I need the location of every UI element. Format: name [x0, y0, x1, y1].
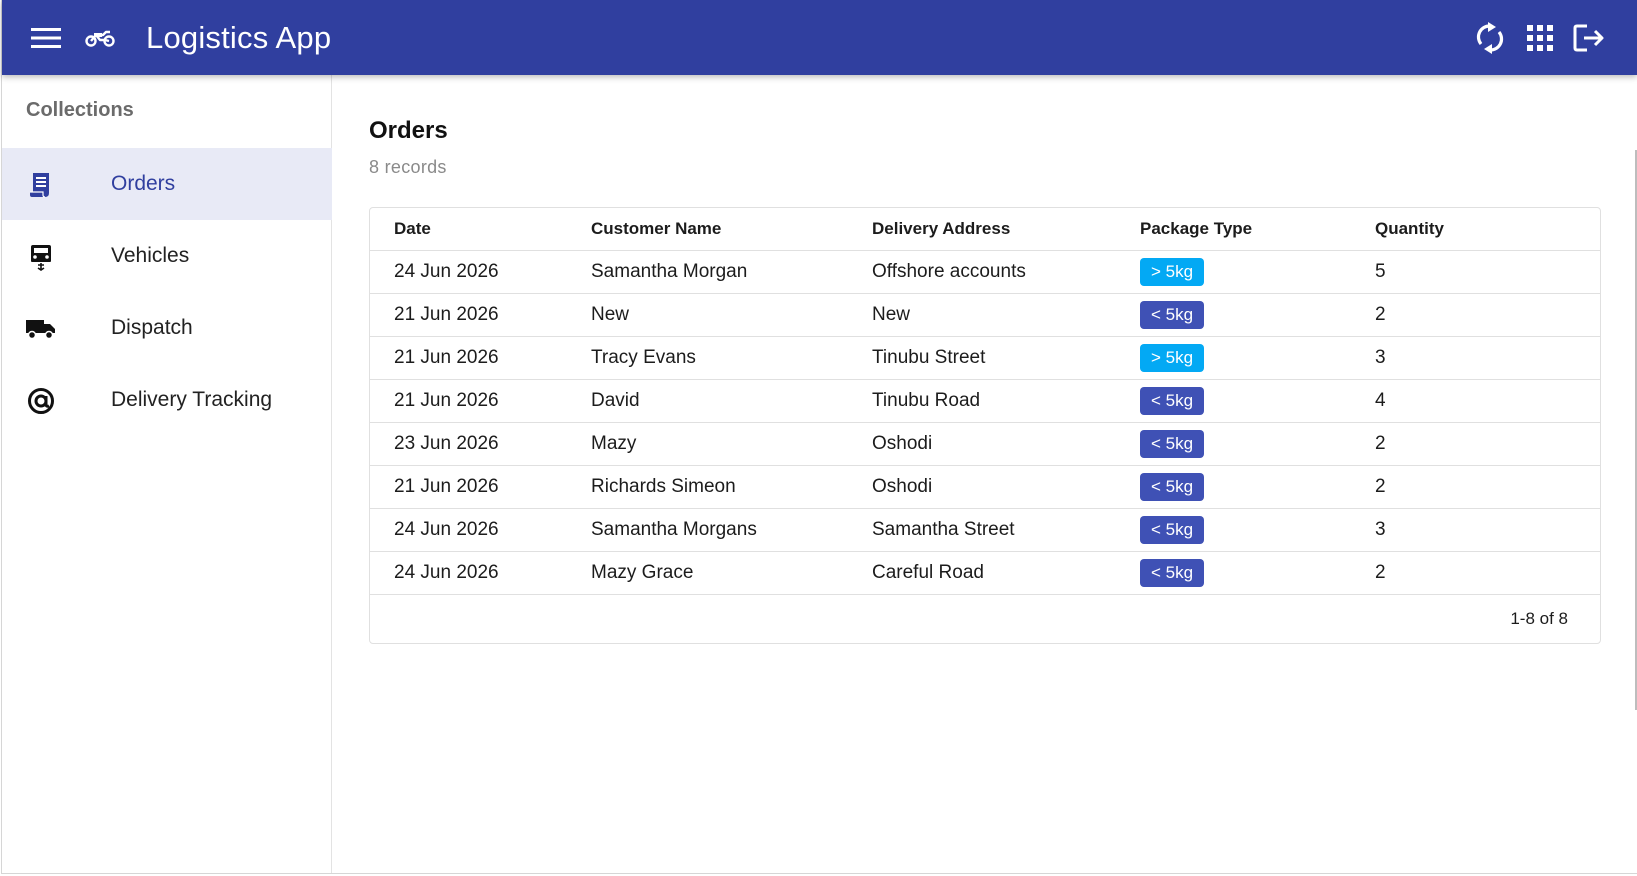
- cell-delivery-address: New: [848, 293, 1116, 337]
- table-row[interactable]: 21 Jun 2026 New New < 5kg 2: [370, 293, 1600, 337]
- cell-customer-name: Samantha Morgan: [567, 250, 848, 294]
- cell-delivery-address: Careful Road: [848, 551, 1116, 595]
- motorcycle-icon: [78, 0, 122, 75]
- sidebar-item-orders[interactable]: Orders: [2, 148, 332, 220]
- cell-customer-name: Samantha Morgans: [567, 508, 848, 552]
- page-title: Orders: [369, 117, 448, 144]
- cell-package-type: > 5kg: [1116, 336, 1351, 380]
- cell-package-type: < 5kg: [1116, 379, 1351, 423]
- package-type-chip: < 5kg: [1140, 300, 1205, 329]
- cell-delivery-address: Oshodi: [848, 465, 1116, 509]
- cell-date: 21 Jun 2026: [370, 465, 567, 509]
- cell-package-type: < 5kg: [1116, 293, 1351, 337]
- sidebar-heading: Collections: [26, 99, 134, 121]
- cell-customer-name: Tracy Evans: [567, 336, 848, 380]
- cell-date: 24 Jun 2026: [370, 250, 567, 294]
- column-header-delivery-address[interactable]: Delivery Address: [848, 208, 1116, 251]
- orders-table-card: Date Customer Name Delivery Address Pack…: [369, 207, 1601, 644]
- cell-delivery-address: Samantha Street: [848, 508, 1116, 552]
- refresh-icon[interactable]: [1468, 0, 1512, 75]
- column-header-quantity[interactable]: Quantity: [1351, 208, 1600, 251]
- car-icon: [26, 242, 56, 272]
- app-bar: Logistics App: [2, 0, 1637, 75]
- orders-table: Date Customer Name Delivery Address Pack…: [370, 208, 1600, 595]
- cell-date: 21 Jun 2026: [370, 336, 567, 380]
- table-header-row: Date Customer Name Delivery Address Pack…: [370, 208, 1600, 251]
- at-sign-icon: [26, 386, 56, 416]
- table-row[interactable]: 21 Jun 2026 Richards Simeon Oshodi < 5kg 2: [370, 465, 1600, 509]
- cell-customer-name: New: [567, 293, 848, 337]
- package-type-chip: < 5kg: [1140, 515, 1205, 544]
- sidebar-item-label: Delivery Tracking: [111, 388, 273, 411]
- package-type-chip: > 5kg: [1140, 257, 1205, 286]
- truck-icon: [26, 314, 56, 344]
- app-title: Logistics App: [146, 19, 332, 55]
- cell-date: 23 Jun 2026: [370, 422, 567, 466]
- package-type-chip: < 5kg: [1140, 472, 1205, 501]
- apps-icon[interactable]: [1518, 0, 1562, 75]
- table-row[interactable]: 23 Jun 2026 Mazy Oshodi < 5kg 2: [370, 422, 1600, 466]
- cell-package-type: < 5kg: [1116, 465, 1351, 509]
- app-window: Logistics App Collections Orders Vehicle…: [1, 0, 1637, 874]
- table-row[interactable]: 21 Jun 2026 Tracy Evans Tinubu Street > 5kg…: [370, 336, 1600, 380]
- cell-delivery-address: Oshodi: [848, 422, 1116, 466]
- cell-customer-name: David: [567, 379, 848, 423]
- cell-package-type: < 5kg: [1116, 551, 1351, 595]
- sidebar-item-delivery-tracking[interactable]: Delivery Tracking: [2, 364, 332, 436]
- sidebar-item-dispatch[interactable]: Dispatch: [2, 292, 332, 364]
- package-type-chip: < 5kg: [1140, 429, 1205, 458]
- cell-date: 21 Jun 2026: [370, 379, 567, 423]
- column-header-customer-name[interactable]: Customer Name: [567, 208, 848, 251]
- table-body: 24 Jun 2026 Samantha Morgan Offshore accou…: [370, 250, 1600, 595]
- cell-package-type: < 5kg: [1116, 508, 1351, 552]
- cell-quantity: 3: [1351, 336, 1600, 380]
- logout-icon[interactable]: [1567, 0, 1611, 75]
- pagination-info: 1-8 of 8: [1510, 609, 1568, 628]
- package-type-chip: < 5kg: [1140, 386, 1205, 415]
- cell-quantity: 2: [1351, 551, 1600, 595]
- sidebar: Collections Orders Vehicles Dispatch Del…: [2, 75, 332, 873]
- cell-date: 21 Jun 2026: [370, 293, 567, 337]
- cell-quantity: 2: [1351, 465, 1600, 509]
- cell-quantity: 2: [1351, 422, 1600, 466]
- cell-customer-name: Mazy: [567, 422, 848, 466]
- receipt-icon: [26, 170, 56, 200]
- cell-quantity: 2: [1351, 293, 1600, 337]
- cell-delivery-address: Tinubu Road: [848, 379, 1116, 423]
- cell-quantity: 5: [1351, 250, 1600, 294]
- sidebar-item-label: Vehicles: [111, 244, 190, 267]
- cell-quantity: 4: [1351, 379, 1600, 423]
- cell-date: 24 Jun 2026: [370, 551, 567, 595]
- main-content: Orders 8 records Date Customer Name Deli…: [333, 75, 1637, 873]
- record-count: 8 records: [369, 157, 447, 177]
- cell-date: 24 Jun 2026: [370, 508, 567, 552]
- cell-quantity: 3: [1351, 508, 1600, 552]
- table-row[interactable]: 24 Jun 2026 Mazy Grace Careful Road < 5kg 2: [370, 551, 1600, 595]
- cell-customer-name: Richards Simeon: [567, 465, 848, 509]
- package-type-chip: < 5kg: [1140, 558, 1205, 587]
- package-type-chip: > 5kg: [1140, 343, 1205, 372]
- column-header-package-type[interactable]: Package Type: [1116, 208, 1351, 251]
- sidebar-item-vehicles[interactable]: Vehicles: [2, 220, 332, 292]
- cell-package-type: > 5kg: [1116, 250, 1351, 294]
- sidebar-item-label: Orders: [111, 172, 176, 195]
- cell-customer-name: Mazy Grace: [567, 551, 848, 595]
- column-header-date[interactable]: Date: [370, 208, 567, 251]
- table-row[interactable]: 21 Jun 2026 David Tinubu Road < 5kg 4: [370, 379, 1600, 423]
- cell-delivery-address: Offshore accounts: [848, 250, 1116, 294]
- cell-delivery-address: Tinubu Street: [848, 336, 1116, 380]
- sidebar-item-label: Dispatch: [111, 316, 193, 339]
- table-row[interactable]: 24 Jun 2026 Samantha Morgan Offshore accou…: [370, 250, 1600, 294]
- menu-icon[interactable]: [24, 0, 68, 75]
- table-row[interactable]: 24 Jun 2026 Samantha Morgans Samantha Stre…: [370, 508, 1600, 552]
- cell-package-type: < 5kg: [1116, 422, 1351, 466]
